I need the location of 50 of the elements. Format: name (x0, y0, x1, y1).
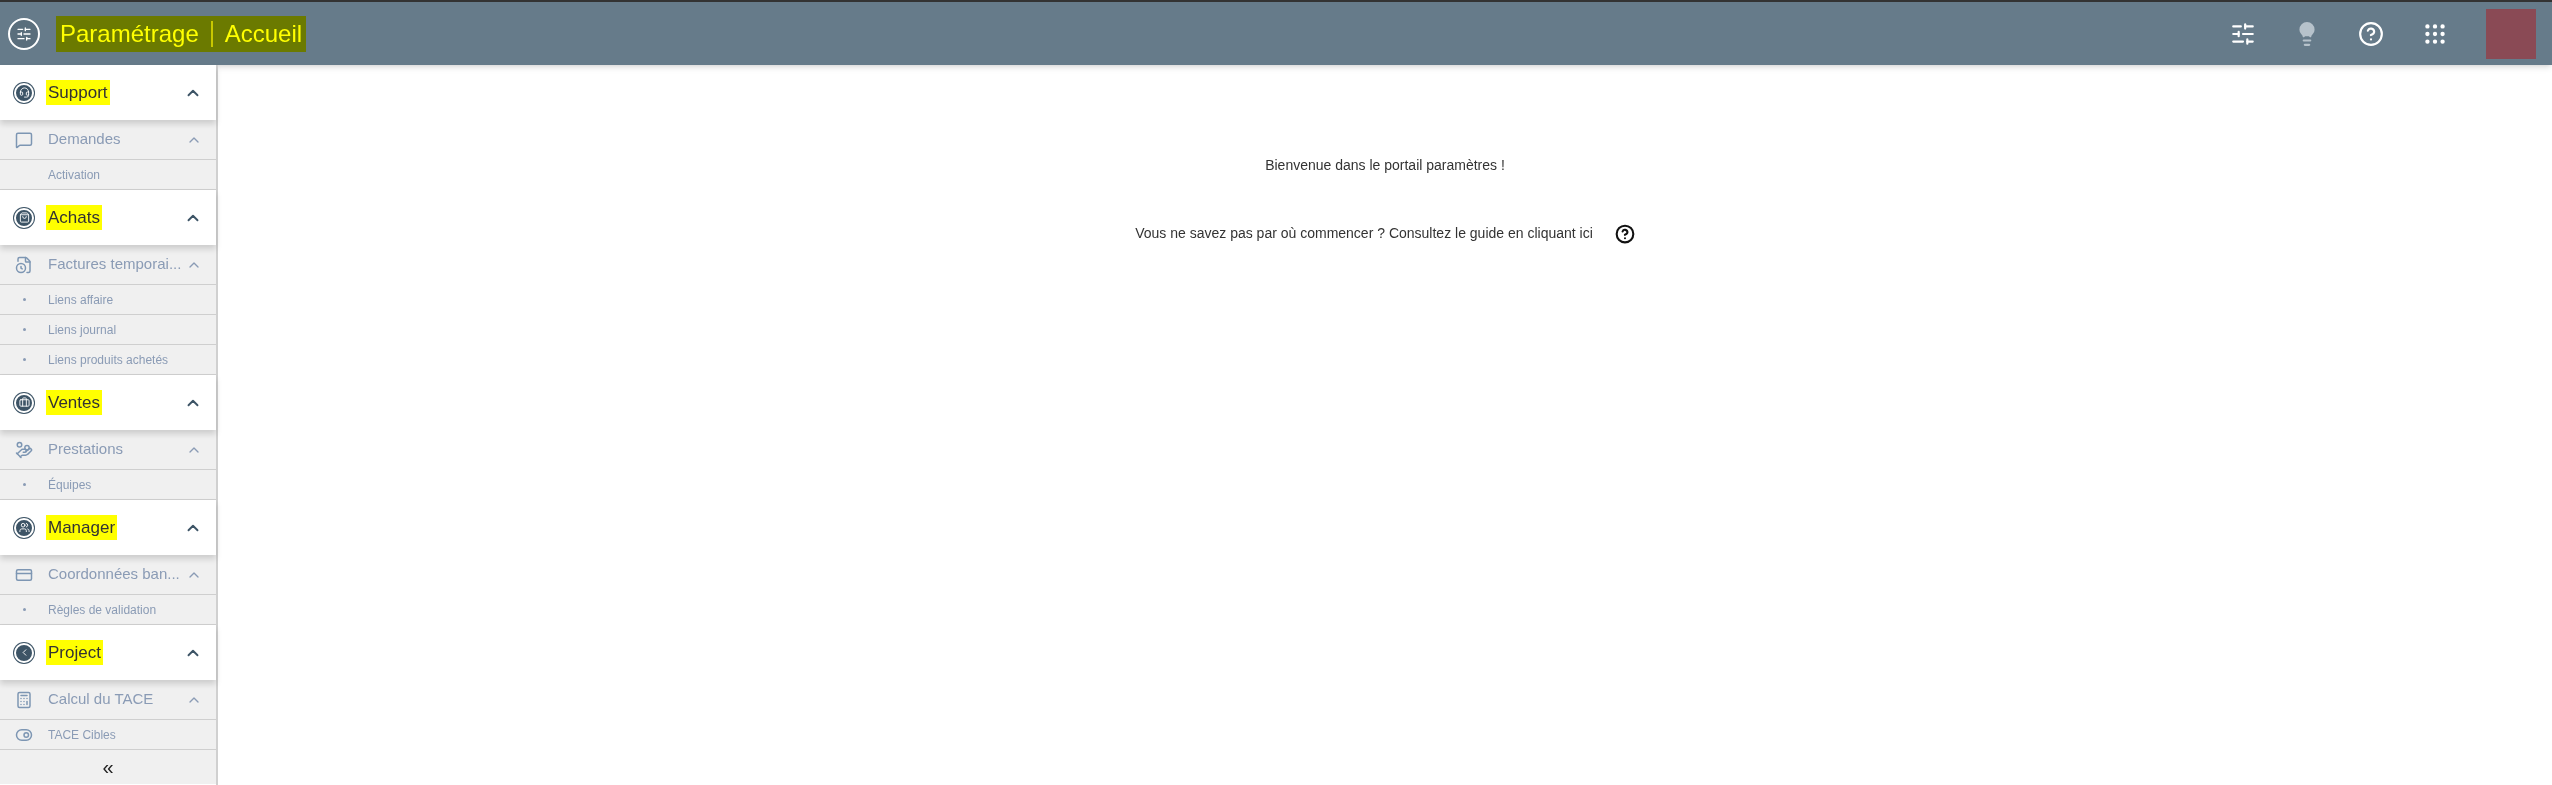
section-header[interactable]: Ventes (0, 375, 216, 430)
bullet-icon (22, 608, 26, 611)
menu-item[interactable]: TACE Cibles (0, 720, 216, 750)
chat-icon (15, 130, 33, 149)
people-icon (14, 517, 34, 538)
section-label: Achats (46, 204, 102, 231)
item-label: TACE Cibles (48, 726, 116, 744)
item-label: Liens produits achetés (48, 351, 169, 369)
group-header[interactable]: Factures temporai... (0, 245, 216, 285)
section-header[interactable]: Support (0, 65, 216, 120)
group-label: Demandes (48, 129, 121, 150)
guide-text: Vous ne savez pas par où commencer ? Consultez le guide en cliquant ici (1135, 224, 1593, 243)
section-header[interactable]: Project (0, 625, 216, 680)
group-header[interactable]: Calcul du TACE (0, 680, 216, 720)
item-label: Règles de validation (48, 601, 157, 619)
page-title: Paramétrage Accueil (56, 15, 307, 52)
headset-icon (14, 82, 34, 103)
bullet-icon (22, 358, 26, 361)
hand-icon (15, 440, 33, 459)
bullet-icon (22, 298, 26, 301)
sliders-icon[interactable] (2230, 20, 2256, 47)
bullet-icon (22, 328, 26, 331)
section-label: Support (46, 79, 110, 106)
section-label: Ventes (46, 389, 102, 416)
welcome-text: Bienvenue dans le portail paramètres ! (1265, 156, 1505, 175)
section-header[interactable]: Manager (0, 500, 216, 555)
briefcase-icon (14, 392, 34, 413)
calculator-icon (15, 690, 33, 709)
section-label: Project (46, 639, 103, 666)
section-header[interactable]: Achats (0, 190, 216, 245)
document-clock-icon (15, 255, 33, 274)
section-label: Manager (46, 514, 118, 541)
bullet-icon (22, 483, 26, 486)
settings-logo-icon[interactable] (8, 17, 40, 50)
item-label: Équipes (48, 476, 92, 494)
menu-item[interactable]: Liens journal (0, 315, 216, 345)
bag-icon (14, 207, 34, 228)
group-label: Prestations (48, 439, 124, 460)
group-label: Factures temporai... (48, 254, 182, 275)
item-label: Activation (48, 166, 101, 184)
menu-item[interactable]: Liens affaire (0, 285, 216, 315)
group-header[interactable]: Demandes (0, 120, 216, 160)
collapse-button[interactable]: « (0, 750, 216, 784)
group-label: Coordonnées ban... (48, 564, 180, 585)
item-label: Liens journal (48, 321, 117, 339)
group-header[interactable]: Coordonnées ban... (0, 555, 216, 595)
item-label: Liens affaire (48, 291, 114, 309)
group-label: Calcul du TACE (48, 689, 154, 710)
group-header[interactable]: Prestations (0, 430, 216, 470)
help-icon[interactable] (1614, 223, 1635, 244)
